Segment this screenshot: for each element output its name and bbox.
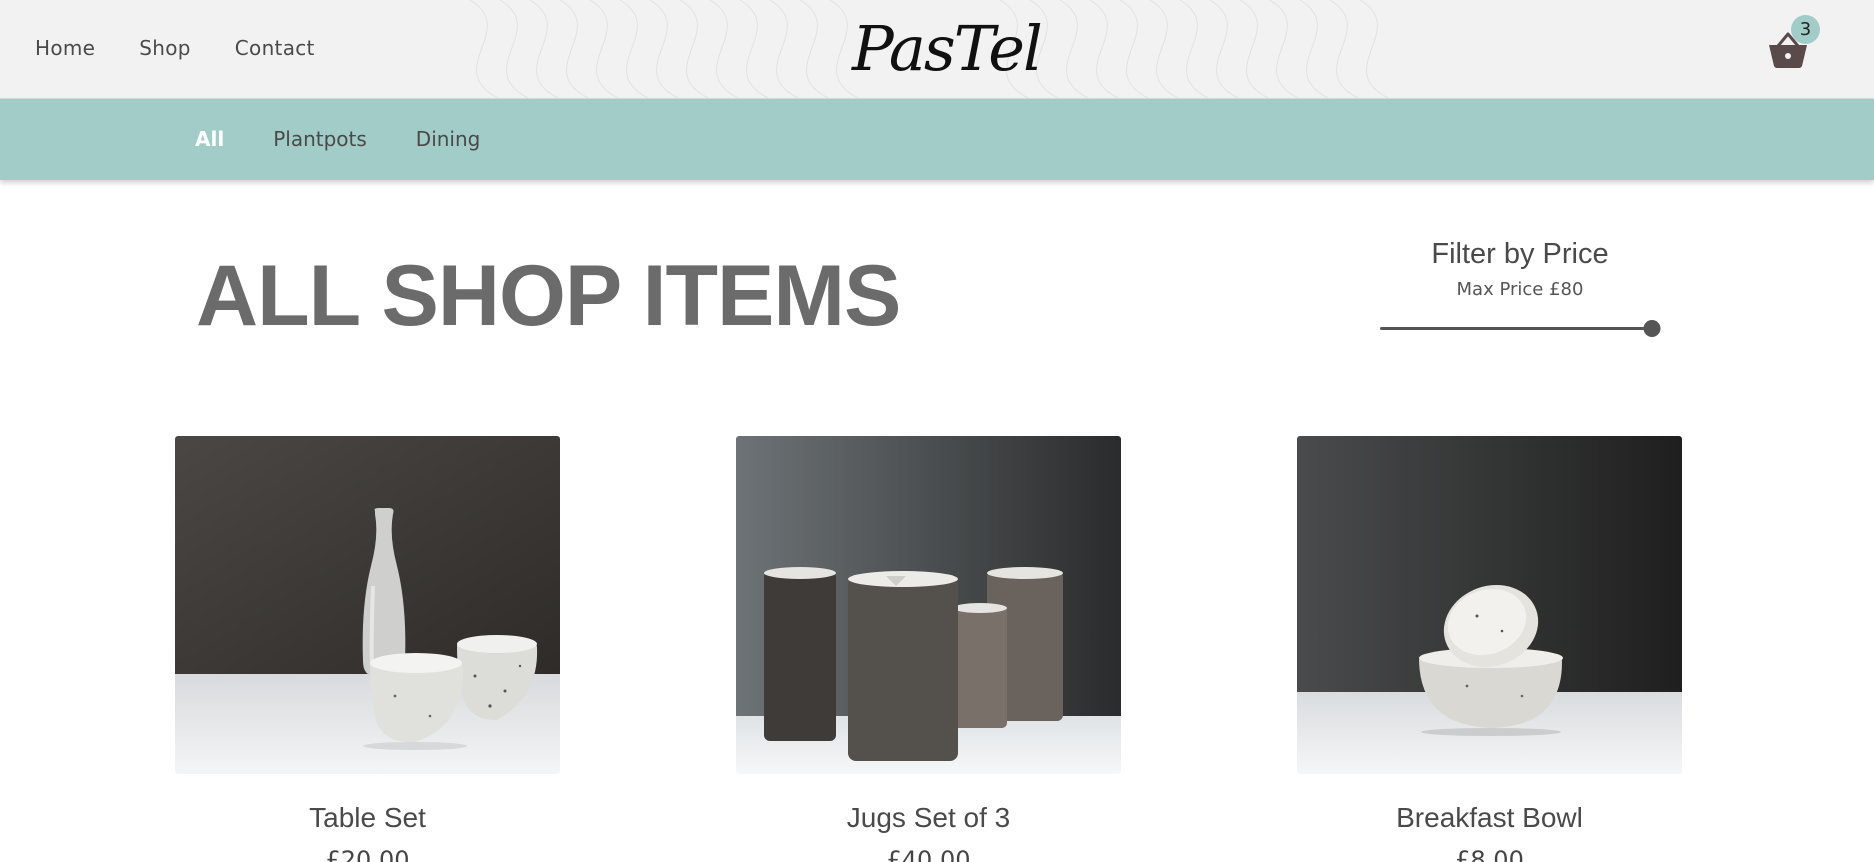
price-filter: Filter by Price Max Price £80 xyxy=(1380,238,1660,300)
site-logo[interactable]: PasTel xyxy=(852,6,1043,92)
slider-thumb[interactable] xyxy=(1643,320,1661,337)
product-price: £8.00 xyxy=(1455,846,1524,862)
product-price: £40.00 xyxy=(886,846,971,862)
nav-contact-link[interactable]: Contact xyxy=(235,36,315,60)
price-slider[interactable] xyxy=(1380,318,1661,338)
product-name[interactable]: Table Set xyxy=(175,802,560,834)
product-name[interactable]: Jugs Set of 3 xyxy=(736,802,1121,834)
breakfast-bowl-photo[interactable] xyxy=(1297,436,1682,774)
site-header: Home Shop Contact PasTel 3 xyxy=(0,0,1874,99)
product-card[interactable]: Jugs Set of 3 £40.00 xyxy=(736,436,1121,862)
product-name[interactable]: Breakfast Bowl xyxy=(1297,802,1682,834)
product-card[interactable]: Breakfast Bowl £8.00 xyxy=(1297,436,1682,862)
category-plantpots-tab[interactable]: Plantpots xyxy=(273,127,367,151)
category-dining-tab[interactable]: Dining xyxy=(416,127,481,151)
page-title: ALL SHOP ITEMS xyxy=(196,248,901,344)
product-price: £20.00 xyxy=(325,846,410,862)
table-set-photo[interactable] xyxy=(175,436,560,774)
category-bar: All Plantpots Dining xyxy=(0,99,1874,180)
product-card[interactable]: Table Set £20.00 xyxy=(175,436,560,862)
filter-title: Filter by Price xyxy=(1431,238,1609,270)
cart-count-badge: 3 xyxy=(1791,15,1820,44)
category-all-tab[interactable]: All xyxy=(195,127,224,151)
nav-shop-link[interactable]: Shop xyxy=(139,36,191,60)
max-price-label: Max Price £80 xyxy=(1456,279,1584,300)
main-nav: Home Shop Contact xyxy=(35,36,315,60)
jugs-set-photo[interactable] xyxy=(736,436,1121,774)
nav-home-link[interactable]: Home xyxy=(35,36,95,60)
slider-track[interactable] xyxy=(1380,327,1652,330)
